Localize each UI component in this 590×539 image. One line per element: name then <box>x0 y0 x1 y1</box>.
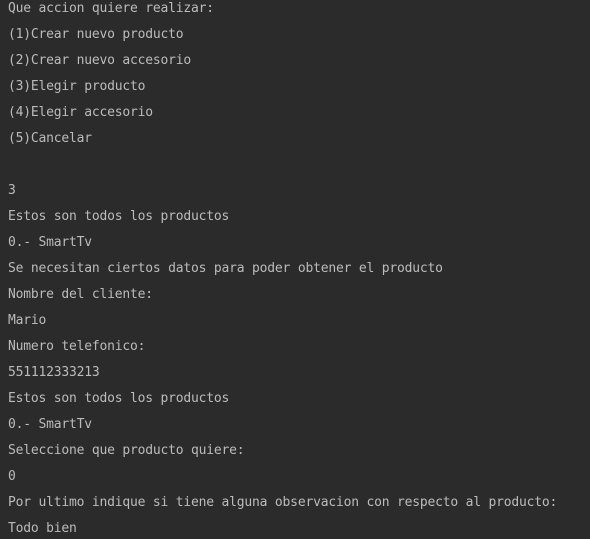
console-line-user-input: Mario <box>8 313 47 328</box>
console-line-user-input: 551112333213 <box>8 365 100 380</box>
console-line-output: Nombre del cliente: <box>8 287 153 302</box>
console-line-option-2: (2)Crear nuevo accesorio <box>8 53 192 68</box>
console-output[interactable]: Que accion quiere realizar: (1)Crear nue… <box>0 0 590 539</box>
console-line-option-5: (5)Cancelar <box>8 131 92 146</box>
console-line-option-3: (3)Elegir producto <box>8 79 146 94</box>
console-line-user-input: Todo bien <box>8 521 77 536</box>
console-line-output: Por ultimo indique si tiene alguna obser… <box>8 495 558 510</box>
console-line-user-input: 3 <box>8 183 16 198</box>
console-line-user-input: 0 <box>8 469 16 484</box>
console-line-output: Estos son todos los productos <box>8 209 230 224</box>
console-line-option-4: (4)Elegir accesorio <box>8 105 153 120</box>
console-line-output: Numero telefonico: <box>8 339 146 354</box>
console-line-product-item: 0.- SmartTv <box>8 235 92 250</box>
console-line-output: Estos son todos los productos <box>8 391 230 406</box>
console-line-product-item: 0.- SmartTv <box>8 417 92 432</box>
console-line-output: Seleccione que producto quiere: <box>8 443 245 458</box>
console-line-option-1: (1)Crear nuevo producto <box>8 27 184 42</box>
console-line-output: Se necesitan ciertos datos para poder ob… <box>8 261 443 276</box>
console-line-prompt: Que accion quiere realizar: <box>8 1 214 16</box>
